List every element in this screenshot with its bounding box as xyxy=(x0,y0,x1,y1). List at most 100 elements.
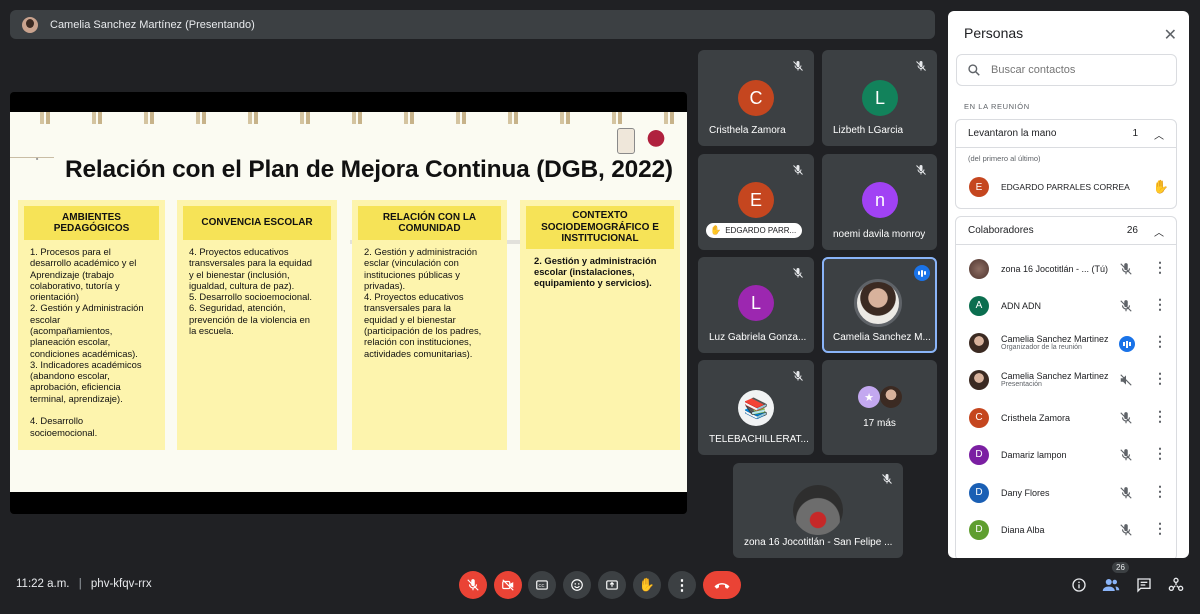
participant-tile[interactable]: n noemi davila monroy xyxy=(822,154,937,250)
presenting-bar: Camelia Sanchez Martínez (Presentando) xyxy=(10,10,935,39)
meeting-time: 11:22 a.m. | phv-kfqv-rrx xyxy=(16,578,152,590)
camera-toggle-button[interactable] xyxy=(494,571,522,599)
chevron-up-icon: ︿ xyxy=(1154,131,1164,142)
participant-tile[interactable]: E ✋ EDGARDO PARR... xyxy=(698,154,814,250)
slide-column-comunidad: RELACIÓN CON LA COMUNIDAD 2. Gestión y a… xyxy=(352,200,507,450)
participant-avatar: ★ xyxy=(858,386,880,408)
more-options-icon[interactable]: ⋮ xyxy=(1153,371,1167,385)
participant-name: TELEBACHILLERAT... xyxy=(709,434,809,445)
person-name: Dany Flores xyxy=(1001,487,1050,498)
more-options-icon[interactable]: ⋮ xyxy=(1153,334,1167,348)
books-avatar-icon: 📚 xyxy=(738,390,774,426)
mic-off-icon[interactable] xyxy=(1119,262,1133,276)
collaborators-header[interactable]: Colaboradores 26 ︿ xyxy=(956,217,1176,244)
more-options-icon[interactable]: ⋮ xyxy=(1153,484,1167,498)
speaking-indicator-icon xyxy=(1119,336,1135,352)
volume-off-icon[interactable] xyxy=(1119,373,1133,387)
column-body: 1. Procesos para el desarrollo académico… xyxy=(30,246,144,438)
slide-deco xyxy=(10,157,54,179)
more-options-icon[interactable]: ⋮ xyxy=(1153,260,1167,274)
leave-call-button[interactable] xyxy=(703,571,741,599)
more-participants-tile[interactable]: ★ 17 más xyxy=(822,360,937,455)
close-icon[interactable]: ✕ xyxy=(1164,25,1177,45)
mic-off-icon xyxy=(916,165,926,175)
participant-name: Luz Gabriela Gonza... xyxy=(709,332,807,343)
more-options-button[interactable]: ⋮ xyxy=(668,571,696,599)
chat-button[interactable] xyxy=(1134,575,1154,595)
presenter-avatar xyxy=(22,16,38,33)
column-header: CONVENCIA ESCOLAR xyxy=(183,206,331,240)
mic-off-icon xyxy=(916,61,926,71)
raised-hands-count: 1 xyxy=(1132,128,1138,139)
participant-tile-presenter[interactable]: Camelia Sanchez M... xyxy=(822,257,937,353)
section-label: EN LA REUNIÓN xyxy=(964,102,1030,111)
mic-off-icon[interactable] xyxy=(1119,299,1133,313)
person-avatar: D xyxy=(969,519,989,540)
meeting-info-button[interactable] xyxy=(1069,575,1089,595)
more-options-icon[interactable]: ⋮ xyxy=(1153,521,1167,535)
column-header: AMBIENTES PEDAGÓGICOS xyxy=(24,206,159,240)
captions-button[interactable]: CC xyxy=(528,571,556,599)
person-row[interactable]: D Dany Flores ⋮ xyxy=(955,474,1177,511)
participant-name: Camelia Sanchez M... xyxy=(833,332,931,343)
search-icon xyxy=(968,64,980,76)
mic-off-icon xyxy=(793,268,803,278)
person-row[interactable]: Camelia Sanchez Martinez Presentación ⋮ xyxy=(955,361,1177,398)
person-role: Organizador de la reunión xyxy=(1001,344,1082,351)
mic-off-icon[interactable] xyxy=(1119,448,1133,462)
column-body: 2. Gestión y administración escolar (ins… xyxy=(534,254,657,289)
people-button[interactable] xyxy=(1101,575,1121,595)
collaborators-count: 26 xyxy=(1126,225,1138,236)
person-row[interactable]: A ADN ADN ⋮ xyxy=(955,287,1177,324)
participant-tile[interactable]: 📚 TELEBACHILLERAT... xyxy=(698,360,814,455)
person-name: Camelia Sanchez Martinez xyxy=(1001,334,1109,344)
svg-text:CC: CC xyxy=(539,583,545,588)
person-avatar xyxy=(969,332,989,353)
more-options-icon[interactable]: ⋮ xyxy=(1153,446,1167,460)
reactions-button[interactable] xyxy=(563,571,591,599)
search-input[interactable] xyxy=(991,64,1161,76)
person-row[interactable]: D Diana Alba ⋮ xyxy=(955,511,1177,548)
info-icon xyxy=(1072,578,1086,592)
activities-button[interactable] xyxy=(1166,575,1186,595)
shared-screen: ■ Relación con el Plan de Mejora Continu… xyxy=(10,92,687,514)
person-row[interactable]: Camelia Sanchez Martinez Organizador de … xyxy=(955,324,1177,361)
participant-name: noemi davila monroy xyxy=(833,229,926,240)
person-row[interactable]: C Cristhela Zamora ⋮ xyxy=(955,399,1177,436)
speaking-indicator-icon xyxy=(914,265,930,281)
people-icon xyxy=(1102,579,1120,591)
participant-avatar: E xyxy=(738,182,774,218)
raised-hands-header[interactable]: Levantaron la mano 1 ︿ xyxy=(956,120,1176,147)
slide-small-mark: ■ xyxy=(36,156,39,161)
collaborators-label: Colaboradores xyxy=(968,225,1034,236)
mic-off-icon xyxy=(793,61,803,71)
person-row[interactable]: D Damariz lampon ⋮ xyxy=(955,436,1177,473)
chevron-up-icon: ︿ xyxy=(1154,228,1164,239)
person-row[interactable]: zona 16 Jocotitlán - ... (Tú) ⋮ xyxy=(955,250,1177,287)
raised-hands-label: Levantaron la mano xyxy=(968,128,1057,139)
mic-off-icon[interactable] xyxy=(1119,523,1133,537)
participant-tile[interactable]: C Cristhela Zamora xyxy=(698,50,814,146)
person-name: Cristhela Zamora xyxy=(1001,412,1071,423)
raise-hand-button[interactable]: ✋ xyxy=(633,571,661,599)
mic-off-icon[interactable] xyxy=(1119,486,1133,500)
self-photo xyxy=(793,485,843,535)
hand-icon: ✋ xyxy=(710,225,722,235)
participant-tile-self[interactable]: zona 16 Jocotitlán - San Felipe ... xyxy=(733,463,903,558)
people-count-badge: 26 xyxy=(1112,562,1129,573)
participant-name: Lizbeth LGarcia xyxy=(833,125,904,136)
person-name: Diana Alba xyxy=(1001,524,1045,535)
raised-hand-person: E EDGARDO PARRALES CORREA ✋ xyxy=(969,176,1169,198)
hand-icon: ✋ xyxy=(1152,179,1169,194)
search-box[interactable] xyxy=(956,54,1177,86)
presenter-photo xyxy=(854,279,902,327)
mic-toggle-button[interactable] xyxy=(459,571,487,599)
more-options-icon[interactable]: ⋮ xyxy=(1153,297,1167,311)
present-button[interactable] xyxy=(598,571,626,599)
person-avatar: D xyxy=(969,482,989,503)
raised-hand-chip: ✋ EDGARDO PARR... xyxy=(706,223,803,238)
mic-off-icon[interactable] xyxy=(1119,411,1133,425)
participant-tile[interactable]: L Luz Gabriela Gonza... xyxy=(698,257,814,353)
more-options-icon[interactable]: ⋮ xyxy=(1153,409,1167,423)
participant-tile[interactable]: L Lizbeth LGarcia xyxy=(822,50,937,146)
